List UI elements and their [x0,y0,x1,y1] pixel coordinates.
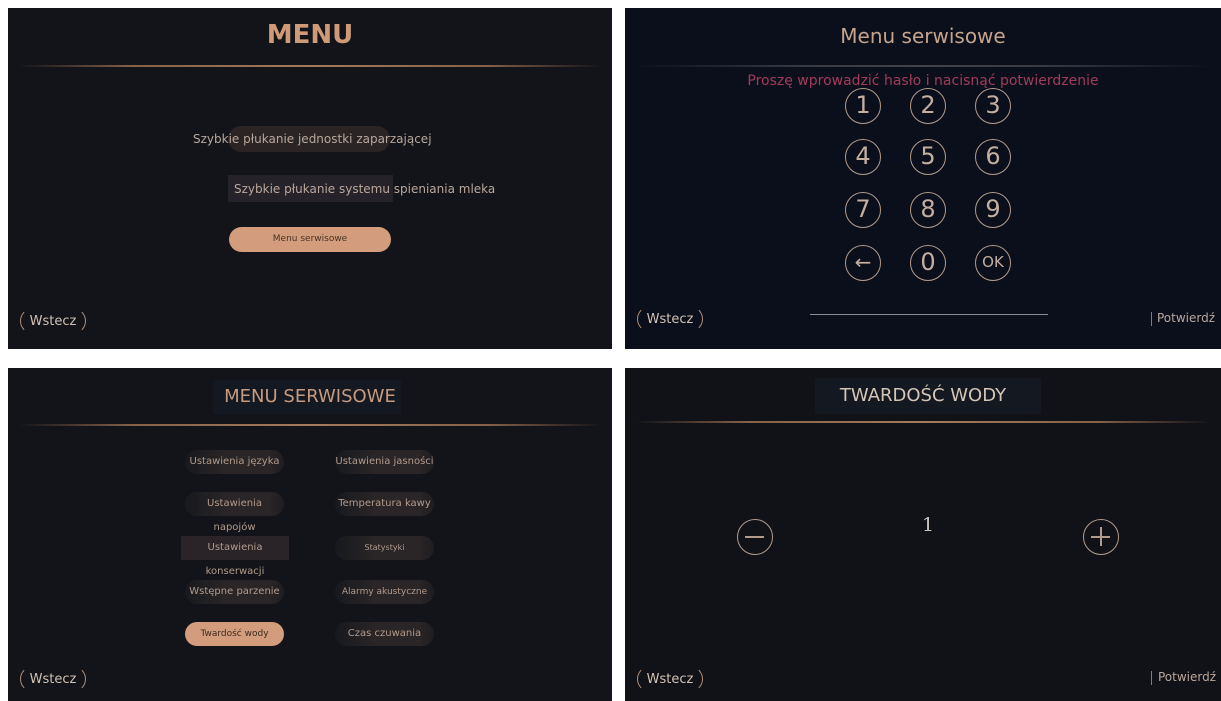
btn-standby-time[interactable]: Czas czuwania [335,622,434,646]
btn-maintenance[interactable]: Ustawienia konserwacji [181,536,289,577]
plus-icon-vertical [1100,527,1102,546]
btn-statistics[interactable]: Statystyki [335,536,434,560]
password-title: Menu serwisowe [840,24,1006,48]
divider [1151,671,1152,685]
key-4[interactable]: 4 [845,139,881,175]
back-button[interactable]: Wstecz [637,666,703,692]
menu-item-rinse-brew-unit[interactable]: Szybkie płukanie jednostki zaparzającej [193,132,432,146]
password-input-line[interactable] [810,314,1048,315]
backspace-key[interactable]: ← [845,245,881,281]
title-divider [18,424,602,426]
title-divider [635,65,1211,67]
menu-screen: MENU Szybkie płukanie jednostki zaparzaj… [8,8,612,349]
key-6[interactable]: 6 [975,139,1011,175]
service-menu-button[interactable]: Menu serwisowe [229,227,391,252]
water-hardness-screen: TWARDOŚĆ WODY 1 Wstecz Potwierdź [625,368,1221,701]
service-menu-screen: MENU SERWISOWE Ustawienia języka Ustawie… [8,368,612,701]
btn-water-hardness[interactable]: Twardość wody [185,622,284,646]
btn-language[interactable]: Ustawienia języka [185,450,284,474]
btn-brightness[interactable]: Ustawienia jasności [335,450,434,474]
key-9[interactable]: 9 [975,192,1011,228]
password-screen: Menu serwisowe Proszę wprowadzić hasło i… [625,8,1221,349]
menu-item-rinse-milk-system[interactable]: Szybkie płukanie systemu spieniania mlek… [234,182,495,196]
key-5[interactable]: 5 [910,139,946,175]
back-button[interactable]: Wstecz [20,308,86,334]
key-7[interactable]: 7 [845,192,881,228]
btn-beverages[interactable]: Ustawienia napojów [185,492,284,533]
confirm-button[interactable]: Potwierdź [1157,311,1215,325]
service-title: MENU SERWISOWE [224,386,396,407]
divider [1151,312,1152,326]
ok-key[interactable]: OK [975,245,1011,281]
minus-icon [745,536,764,538]
decrease-button[interactable] [737,519,773,555]
hardness-title: TWARDOŚĆ WODY [839,385,1007,406]
key-3[interactable]: 3 [975,88,1011,124]
btn-coffee-temperature[interactable]: Temperatura kawy [335,492,434,516]
increase-button[interactable] [1083,519,1119,555]
menu-title: MENU [266,20,354,50]
title-divider [18,65,602,67]
key-0[interactable]: 0 [910,245,946,281]
key-1[interactable]: 1 [845,88,881,124]
key-2[interactable]: 2 [910,88,946,124]
back-button[interactable]: Wstecz [637,306,703,332]
hardness-value: 1 [921,514,935,536]
btn-pre-brewing[interactable]: Wstępne parzenie [185,580,284,604]
confirm-button[interactable]: Potwierdź [1158,670,1216,684]
btn-acoustic-alarms[interactable]: Alarmy akustyczne [335,580,434,604]
back-button[interactable]: Wstecz [20,666,86,692]
title-divider [635,421,1211,423]
key-8[interactable]: 8 [910,192,946,228]
password-prompt: Proszę wprowadzić hasło i nacisnąć potwi… [747,73,1099,89]
